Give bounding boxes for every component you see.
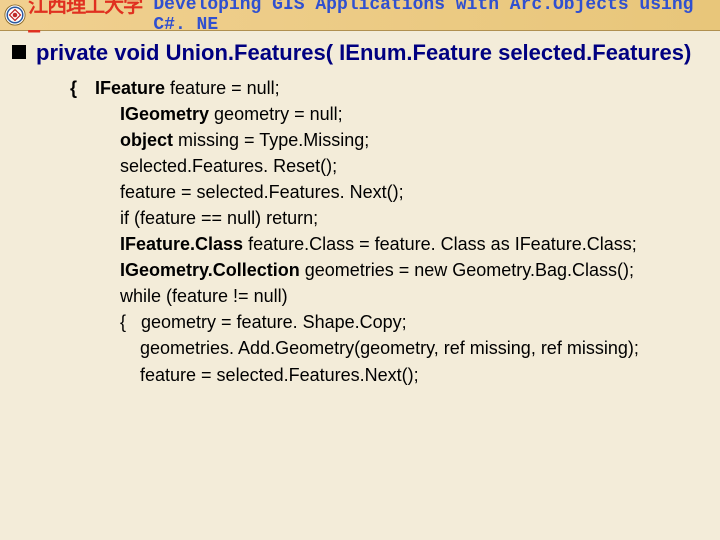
slide-body: private void Union.Features( IEnum.Featu… [0, 31, 720, 388]
open-brace: { [70, 78, 95, 98]
code-block: {IFeature feature = null; IGeometry geom… [70, 75, 714, 388]
bullet-icon [12, 45, 26, 59]
header-red-text: 江西理工大学 – [28, 0, 153, 42]
method-signature: private void Union.Features( IEnum.Featu… [36, 39, 691, 67]
signature-row: private void Union.Features( IEnum.Featu… [6, 39, 714, 67]
header-blue-text: Developing GIS Applications with Arc.Obj… [153, 0, 720, 35]
slide-header: 江西理工大学 – Developing GIS Applications wit… [0, 0, 720, 31]
university-logo-icon [4, 3, 26, 27]
